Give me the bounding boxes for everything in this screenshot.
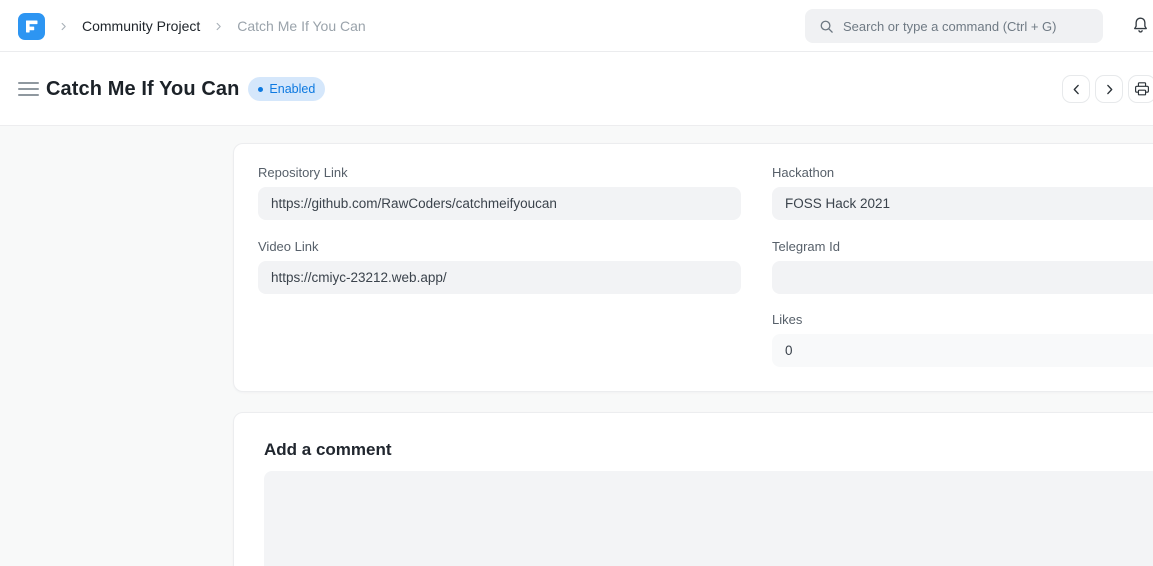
- previous-document-button[interactable]: [1062, 75, 1090, 103]
- next-document-button[interactable]: [1095, 75, 1123, 103]
- breadcrumb: Community Project Catch Me If You Can: [18, 0, 366, 52]
- header-actions: [1062, 75, 1153, 103]
- print-button[interactable]: [1128, 75, 1153, 103]
- page-title: Catch Me If You Can: [46, 78, 239, 101]
- breadcrumb-chevron-icon: [58, 21, 69, 32]
- video-link-input[interactable]: [258, 261, 741, 294]
- status-dot: [258, 87, 263, 92]
- field-label: Hackathon: [772, 166, 1153, 179]
- document-form-card: Repository Link Video Link Hackathon Tel…: [233, 143, 1153, 392]
- field-video-link: Video Link: [258, 240, 741, 294]
- field-telegram-id: Telegram Id: [772, 240, 1153, 294]
- field-repository-link: Repository Link: [258, 166, 741, 220]
- sidebar-toggle-button[interactable]: [18, 82, 39, 96]
- search-icon: [819, 19, 834, 34]
- likes-input: [772, 334, 1153, 367]
- search-input[interactable]: [843, 9, 1103, 43]
- breadcrumb-item-current[interactable]: Catch Me If You Can: [237, 18, 365, 34]
- comment-input[interactable]: [264, 471, 1153, 566]
- top-navbar: Community Project Catch Me If You Can: [0, 0, 1153, 52]
- frappe-f-icon: [18, 13, 45, 40]
- telegram-id-input[interactable]: [772, 261, 1153, 294]
- breadcrumb-chevron-icon: [213, 21, 224, 32]
- page-header: Catch Me If You Can Enabled: [0, 52, 1153, 126]
- chevron-left-icon: [1070, 83, 1083, 96]
- field-label: Repository Link: [258, 166, 741, 179]
- menu-icon: [18, 82, 39, 84]
- comments-card: Add a comment: [233, 412, 1153, 566]
- breadcrumb-item-community-project[interactable]: Community Project: [82, 18, 200, 34]
- menu-icon: [18, 88, 39, 90]
- field-label: Likes: [772, 313, 1153, 326]
- printer-icon: [1134, 81, 1150, 97]
- status-badge: Enabled: [248, 77, 325, 101]
- field-likes: Likes: [772, 313, 1153, 367]
- field-label: Video Link: [258, 240, 741, 253]
- notifications-button[interactable]: [1130, 15, 1150, 37]
- chevron-right-icon: [1103, 83, 1116, 96]
- field-hackathon: Hackathon: [772, 166, 1153, 220]
- hackathon-input[interactable]: [772, 187, 1153, 220]
- bell-icon: [1131, 15, 1150, 36]
- global-search[interactable]: [805, 9, 1103, 43]
- frappe-logo[interactable]: [18, 13, 45, 40]
- field-label: Telegram Id: [772, 240, 1153, 253]
- comments-heading: Add a comment: [264, 440, 392, 460]
- menu-icon: [18, 94, 39, 96]
- status-badge-label: Enabled: [269, 82, 315, 96]
- repository-link-input[interactable]: [258, 187, 741, 220]
